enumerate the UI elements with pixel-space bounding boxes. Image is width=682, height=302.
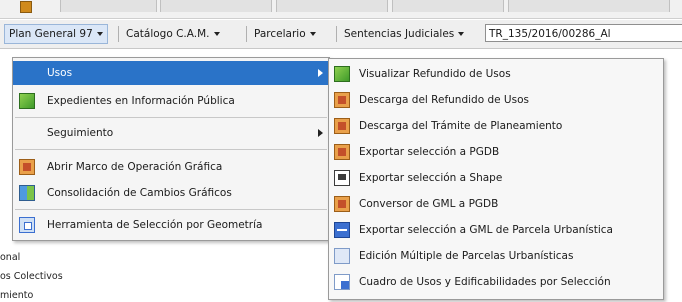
tree-item[interactable]: miento — [0, 290, 33, 301]
plan-general-menu: Usos Expedientes en Información Pública … — [12, 57, 330, 241]
usos-submenu: Visualizar Refundido de Usos Descarga de… — [328, 58, 664, 300]
submenu-item-conversor-gml[interactable]: Conversor de GML a PGDB — [329, 192, 663, 216]
chevron-down-icon — [96, 32, 103, 36]
selection-tool-icon — [19, 217, 35, 233]
table-icon — [334, 274, 350, 290]
download-icon — [334, 118, 350, 134]
menu-separator — [15, 209, 327, 210]
menu-item-label: Seguimiento — [47, 127, 114, 139]
toolbar-tab[interactable] — [276, 0, 388, 12]
toolbar-tab[interactable] — [60, 0, 157, 12]
submenu-item-label: Conversor de GML a PGDB — [359, 198, 499, 210]
map-icon — [19, 93, 35, 109]
submenu-item-exportar-shape[interactable]: Exportar selección a Shape — [329, 166, 663, 190]
expediente-input[interactable]: TR_135/2016/00286_Al — [485, 24, 682, 42]
top-toolbar — [0, 0, 682, 19]
menu-item-abrir-marco[interactable]: Abrir Marco de Operación Gráfica — [13, 155, 329, 179]
map-icon — [334, 66, 350, 82]
toolbar-tab[interactable] — [392, 0, 504, 12]
menu-label: Sentencias Judiciales — [344, 28, 455, 40]
submenu-item-label: Edición Múltiple de Parcelas Urbanística… — [359, 250, 574, 262]
menu-item-expedientes[interactable]: Expedientes en Información Pública — [13, 89, 329, 113]
frame-icon — [19, 159, 35, 175]
submenu-item-exportar-pgdb[interactable]: Exportar selección a PGDB — [329, 140, 663, 164]
chevron-down-icon — [309, 32, 316, 36]
submenu-item-descarga-tramite[interactable]: Descarga del Trámite de Planeamiento — [329, 114, 663, 138]
submenu-item-label: Descarga del Refundido de Usos — [359, 94, 529, 106]
submenu-arrow-icon — [318, 69, 323, 77]
shape-export-icon — [334, 170, 350, 186]
submenu-item-label: Cuadro de Usos y Edificabilidades por Se… — [359, 276, 611, 288]
menu-separator — [15, 117, 327, 118]
submenu-item-label: Exportar selección a PGDB — [359, 146, 500, 158]
toolbar-tab[interactable] — [160, 0, 272, 12]
submenu-arrow-icon — [318, 129, 323, 137]
menu-catalogo[interactable]: Catálogo C.A.M. — [122, 25, 224, 43]
submenu-item-edicion-multiple[interactable]: Edición Múltiple de Parcelas Urbanística… — [329, 244, 663, 268]
menu-separator — [336, 26, 337, 42]
submenu-item-label: Visualizar Refundido de Usos — [359, 68, 511, 80]
menu-parcelario[interactable]: Parcelario — [250, 25, 320, 43]
menu-item-label: Consolidación de Cambios Gráficos — [47, 187, 232, 199]
menu-item-seguimiento[interactable]: Seguimiento — [13, 121, 329, 145]
menu-item-label: Herramienta de Selección por Geometría — [47, 219, 263, 231]
download-icon — [334, 92, 350, 108]
menu-bar: Plan General 97 Catálogo C.A.M. Parcelar… — [0, 20, 682, 49]
multi-edit-icon — [334, 248, 350, 264]
menu-sentencias[interactable]: Sentencias Judiciales — [340, 25, 468, 43]
menu-label: Parcelario — [254, 28, 306, 40]
submenu-item-cuadro-usos[interactable]: Cuadro de Usos y Edificabilidades por Se… — [329, 270, 663, 294]
tree-item[interactable]: onal — [0, 252, 20, 263]
submenu-item-label: Exportar selección a GML de Parcela Urba… — [359, 224, 613, 236]
chevron-down-icon — [458, 32, 465, 36]
menu-separator — [118, 26, 119, 42]
menu-label: Catálogo C.A.M. — [126, 28, 210, 40]
toolbar-icon[interactable] — [20, 1, 32, 13]
toolbar-tab[interactable] — [508, 0, 670, 12]
menu-plan-general[interactable]: Plan General 97 — [4, 24, 108, 44]
menu-item-herramienta-seleccion[interactable]: Herramienta de Selección por Geometría — [13, 213, 329, 237]
tree-item[interactable]: os Colectivos — [0, 271, 63, 282]
submenu-item-label: Descarga del Trámite de Planeamiento — [359, 120, 563, 132]
menu-item-label: Usos — [47, 67, 73, 79]
submenu-item-descarga-refundido[interactable]: Descarga del Refundido de Usos — [329, 88, 663, 112]
menu-item-usos[interactable]: Usos — [13, 61, 329, 85]
export-icon — [334, 144, 350, 160]
menu-item-label: Expedientes en Información Pública — [47, 95, 235, 107]
consolidation-icon — [19, 185, 35, 201]
menu-item-label: Abrir Marco de Operación Gráfica — [47, 161, 223, 173]
menu-label: Plan General 97 — [9, 28, 93, 40]
menu-separator — [15, 149, 327, 150]
submenu-item-label: Exportar selección a Shape — [359, 172, 503, 184]
submenu-item-exportar-gml-parcela[interactable]: Exportar selección a GML de Parcela Urba… — [329, 218, 663, 242]
submenu-item-visualizar-refundido[interactable]: Visualizar Refundido de Usos — [329, 62, 663, 86]
chevron-down-icon — [213, 32, 220, 36]
menu-item-consolidacion[interactable]: Consolidación de Cambios Gráficos — [13, 181, 329, 205]
export-icon — [334, 222, 350, 238]
menu-separator — [246, 26, 247, 42]
convert-icon — [334, 196, 350, 212]
